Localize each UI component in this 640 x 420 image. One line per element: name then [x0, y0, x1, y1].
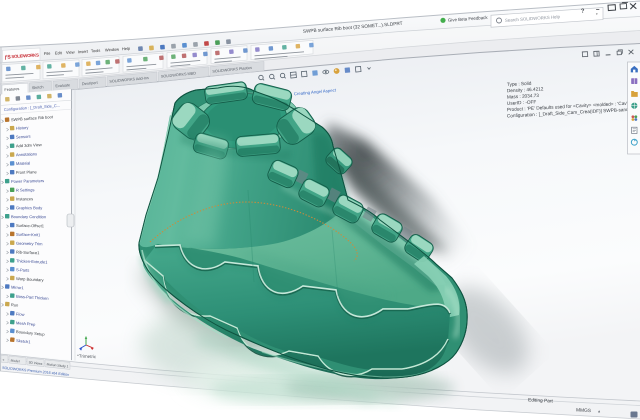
- svg-text:View: View: [66, 49, 75, 54]
- svg-text:MMGS: MMGS: [576, 407, 591, 414]
- svg-text:Flow: Flow: [16, 311, 25, 317]
- svg-text:Rib-Surface1: Rib-Surface1: [16, 249, 40, 255]
- svg-text:Surface-Offset1: Surface-Offset1: [16, 223, 45, 228]
- svg-text:Surface-Knit1: Surface-Knit1: [16, 232, 41, 237]
- svg-text:Material: Material: [16, 161, 31, 167]
- svg-text:S-Parts: S-Parts: [16, 267, 30, 273]
- svg-text:Geometry Trim: Geometry Trim: [16, 241, 43, 247]
- svg-text:Window: Window: [105, 47, 120, 53]
- svg-text:Power Parameters: Power Parameters: [11, 178, 44, 184]
- svg-text:History: History: [16, 125, 29, 131]
- svg-text:Insert: Insert: [78, 49, 89, 55]
- svg-text:Instances: Instances: [16, 196, 33, 201]
- svg-text:Help: Help: [122, 46, 131, 52]
- svg-text:Mirror1: Mirror1: [11, 285, 25, 291]
- svg-text:*Trimetric: *Trimetric: [77, 354, 97, 360]
- svg-text:Boundary Condition: Boundary Condition: [11, 214, 46, 219]
- svg-text:File: File: [44, 51, 51, 56]
- svg-text:Front Plane: Front Plane: [16, 169, 38, 175]
- svg-text:Sensors: Sensors: [16, 134, 31, 140]
- svg-text:Graphics Body: Graphics Body: [16, 205, 42, 210]
- svg-text:Annotations: Annotations: [16, 151, 37, 157]
- svg-text:Run: Run: [11, 302, 19, 308]
- svg-text:R Settings: R Settings: [16, 187, 35, 192]
- svg-text:Tools: Tools: [91, 48, 101, 54]
- svg-text:Edit: Edit: [55, 50, 63, 55]
- svg-text:▴: ▴: [598, 408, 600, 413]
